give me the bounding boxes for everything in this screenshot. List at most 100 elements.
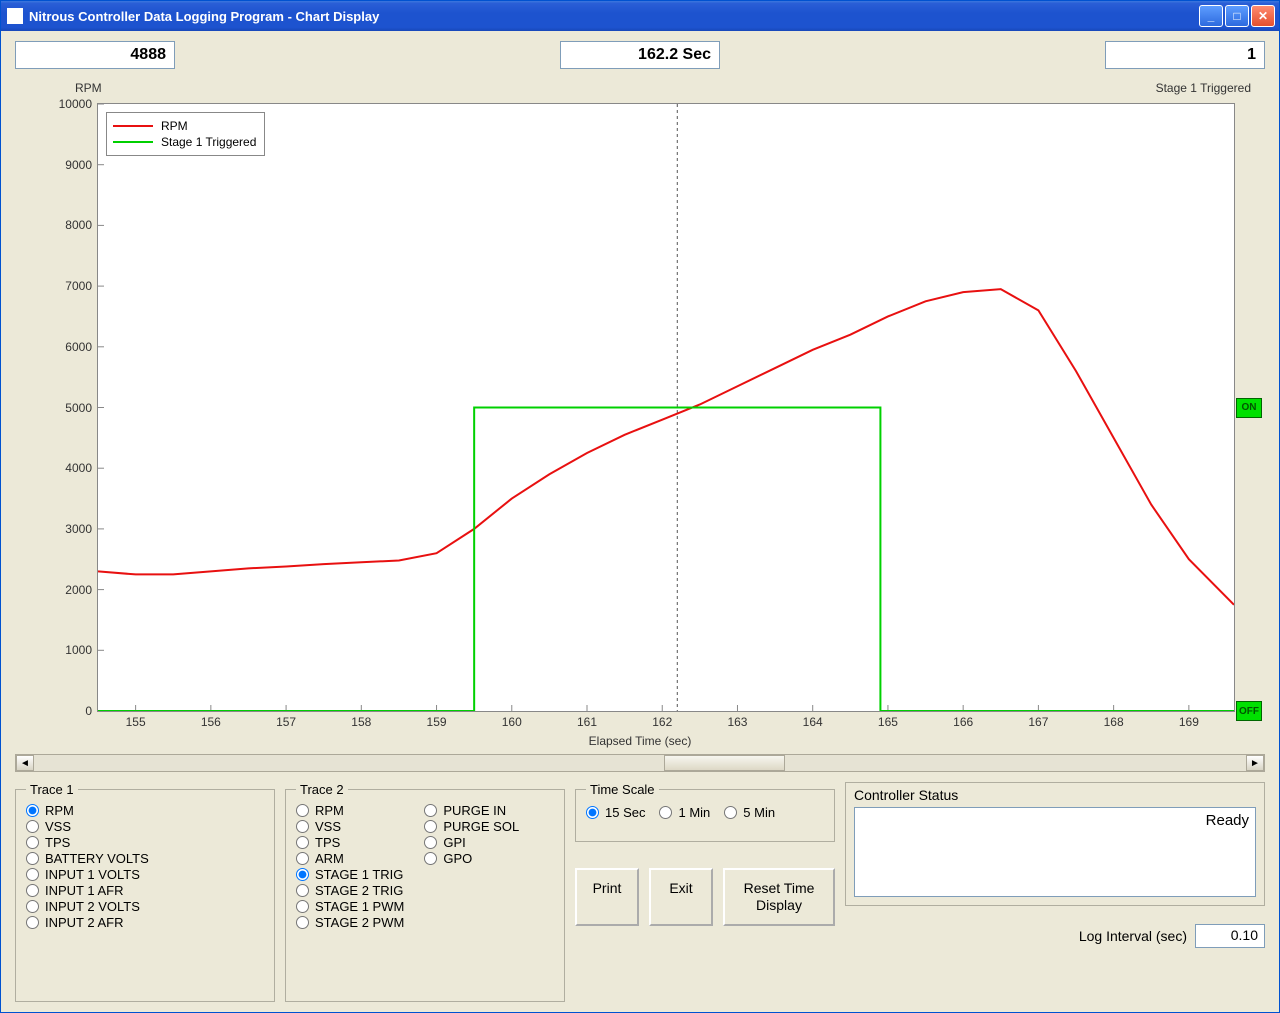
trace1-option[interactable]: INPUT 1 AFR — [26, 883, 264, 898]
x-tick-label: 163 — [727, 711, 747, 729]
trace1-radio[interactable] — [26, 852, 39, 865]
trace2-option[interactable]: PURGE IN — [424, 803, 519, 818]
trace2-radio[interactable] — [424, 836, 437, 849]
trace1-label: INPUT 1 AFR — [45, 883, 124, 898]
trace1-option[interactable]: INPUT 2 AFR — [26, 915, 264, 930]
legend-item-stage1: Stage 1 Triggered — [113, 135, 256, 149]
y-tick-label: 8000 — [28, 218, 98, 232]
legend-label: RPM — [161, 119, 188, 133]
trace2-option[interactable]: VSS — [296, 819, 404, 834]
y-tick-label: 3000 — [28, 522, 98, 536]
trace1-option[interactable]: INPUT 1 VOLTS — [26, 867, 264, 882]
scroll-right-button[interactable]: ► — [1246, 755, 1264, 771]
x-tick-label: 164 — [803, 711, 823, 729]
y-tick-label: 5000 — [28, 401, 98, 415]
trace1-option[interactable]: RPM — [26, 803, 264, 818]
trace2-label: GPO — [443, 851, 472, 866]
trace1-option[interactable]: VSS — [26, 819, 264, 834]
trace2-label: STAGE 2 PWM — [315, 915, 404, 930]
horizontal-scrollbar[interactable]: ◄ ► — [15, 754, 1265, 772]
trace1-option[interactable]: BATTERY VOLTS — [26, 851, 264, 866]
y-tick-label: 6000 — [28, 340, 98, 354]
trace2-option[interactable]: STAGE 1 PWM — [296, 899, 404, 914]
trace2-label: ARM — [315, 851, 344, 866]
trace2-radio[interactable] — [296, 900, 309, 913]
trace2-label: VSS — [315, 819, 341, 834]
trace1-title: Trace 1 — [26, 782, 78, 797]
trace2-radio[interactable] — [424, 804, 437, 817]
timescale-option[interactable]: 1 Min — [659, 805, 710, 820]
trace2-radio[interactable] — [424, 820, 437, 833]
trace1-radio[interactable] — [26, 804, 39, 817]
trace2-option[interactable]: STAGE 1 TRIG — [296, 867, 404, 882]
trace1-label: BATTERY VOLTS — [45, 851, 149, 866]
trace2-option[interactable]: STAGE 2 PWM — [296, 915, 404, 930]
timescale-radio[interactable] — [659, 806, 672, 819]
reset-time-button[interactable]: Reset Time Display — [723, 868, 835, 926]
timescale-title: Time Scale — [586, 782, 659, 797]
trace2-option[interactable]: RPM — [296, 803, 404, 818]
trace2-radio[interactable] — [296, 868, 309, 881]
x-tick-label: 160 — [502, 711, 522, 729]
timescale-option[interactable]: 5 Min — [724, 805, 775, 820]
x-tick-label: 166 — [953, 711, 973, 729]
minimize-button[interactable]: _ — [1199, 5, 1223, 27]
trace2-option[interactable]: PURGE SOL — [424, 819, 519, 834]
close-button[interactable]: ✕ — [1251, 5, 1275, 27]
y-tick-label: 1000 — [28, 643, 98, 657]
x-tick-label: 167 — [1028, 711, 1048, 729]
trace1-option[interactable]: TPS — [26, 835, 264, 850]
exit-button[interactable]: Exit — [649, 868, 713, 926]
trace2-radio[interactable] — [424, 852, 437, 865]
trace2-label: STAGE 1 TRIG — [315, 867, 403, 882]
maximize-button[interactable]: □ — [1225, 5, 1249, 27]
scroll-track[interactable] — [34, 755, 1246, 771]
trace2-option[interactable]: STAGE 2 TRIG — [296, 883, 404, 898]
controller-status-value: Ready — [854, 807, 1256, 897]
plot-box[interactable]: RPM Stage 1 Triggered ON OFF 01000200030… — [97, 103, 1235, 712]
scroll-left-button[interactable]: ◄ — [16, 755, 34, 771]
trace2-option[interactable]: ARM — [296, 851, 404, 866]
trace2-radio[interactable] — [296, 836, 309, 849]
y-axis-right-label: Stage 1 Triggered — [1156, 81, 1251, 95]
trace1-label: INPUT 1 VOLTS — [45, 867, 140, 882]
trace2-label: PURGE IN — [443, 803, 506, 818]
trace2-title: Trace 2 — [296, 782, 348, 797]
trace1-label: RPM — [45, 803, 74, 818]
trace2-radio[interactable] — [296, 852, 309, 865]
trace1-label: INPUT 2 AFR — [45, 915, 124, 930]
trace1-radio[interactable] — [26, 916, 39, 929]
timescale-option[interactable]: 15 Sec — [586, 805, 645, 820]
scroll-thumb[interactable] — [664, 755, 785, 771]
trace2-option[interactable]: GPI — [424, 835, 519, 850]
x-tick-label: 162 — [652, 711, 672, 729]
app-window: Nitrous Controller Data Logging Program … — [0, 0, 1280, 1013]
trace2-label: GPI — [443, 835, 465, 850]
controller-status-box: Controller Status Ready — [845, 782, 1265, 906]
trace2-radio[interactable] — [296, 916, 309, 929]
tag-on: ON — [1236, 398, 1262, 418]
window-title: Nitrous Controller Data Logging Program … — [29, 9, 1199, 24]
trace2-radio[interactable] — [296, 820, 309, 833]
trace1-radio[interactable] — [26, 900, 39, 913]
trace1-option[interactable]: INPUT 2 VOLTS — [26, 899, 264, 914]
timescale-radio[interactable] — [724, 806, 737, 819]
trace2-option[interactable]: GPO — [424, 851, 519, 866]
trace1-radio[interactable] — [26, 820, 39, 833]
trace1-radio[interactable] — [26, 836, 39, 849]
x-tick-label: 169 — [1179, 711, 1199, 729]
print-button[interactable]: Print — [575, 868, 639, 926]
y-tick-label: 9000 — [28, 158, 98, 172]
log-interval-value[interactable]: 0.10 — [1195, 924, 1265, 948]
titlebar[interactable]: Nitrous Controller Data Logging Program … — [1, 1, 1279, 31]
timescale-radio[interactable] — [586, 806, 599, 819]
chart-area: RPM Stage 1 Triggered RPM Stage 1 Trigge… — [15, 75, 1265, 750]
timescale-label: 15 Sec — [605, 805, 645, 820]
trace2-radio[interactable] — [296, 884, 309, 897]
x-tick-label: 158 — [351, 711, 371, 729]
trace1-radio[interactable] — [26, 884, 39, 897]
legend-swatch — [113, 125, 153, 127]
trace2-radio[interactable] — [296, 804, 309, 817]
trace2-option[interactable]: TPS — [296, 835, 404, 850]
trace1-radio[interactable] — [26, 868, 39, 881]
